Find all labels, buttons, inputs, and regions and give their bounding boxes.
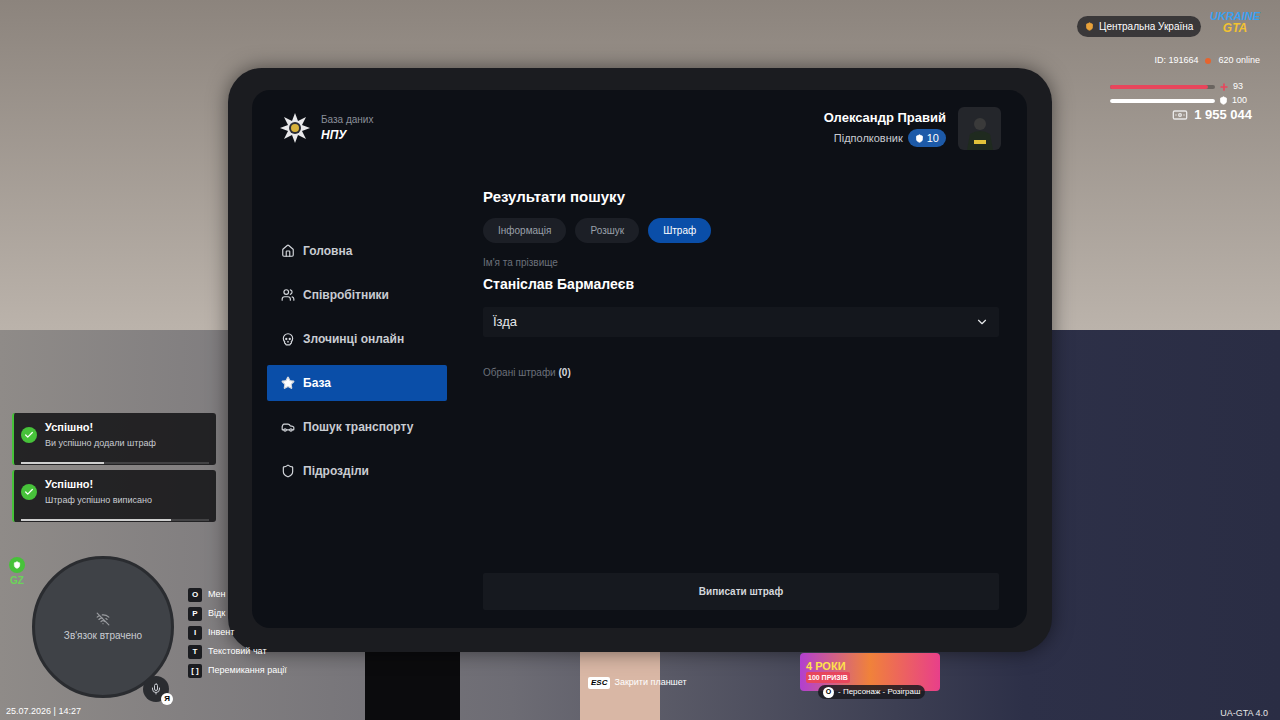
name-label: Ім'я та прізвище (483, 255, 999, 270)
health: 93 (1110, 80, 1243, 94)
avatar (958, 107, 1001, 150)
check-icon (21, 427, 37, 443)
armor: 100 (1110, 94, 1247, 108)
profile: Олександр Правий Підполковник 10 (824, 107, 1001, 150)
mic-icon (150, 683, 162, 695)
keybinds: OМен PВідк IІнвент TТекстовий чат [ ]Перемик… (188, 588, 287, 678)
keybind: [ ]Перемикання рації (188, 664, 287, 678)
menu-icon (281, 244, 295, 258)
notifications: Успішно!Ви успішно додали штрафУспішно!Ш… (12, 413, 216, 522)
sidebar-item[interactable]: Головна (267, 233, 447, 269)
armor-icon (1219, 96, 1228, 105)
shield-icon (915, 134, 924, 143)
category-select[interactable]: Їзда (483, 307, 999, 337)
sidebar-item[interactable]: Співробітники (267, 277, 447, 313)
menu-icon (281, 288, 295, 302)
keybind: OМен (188, 588, 287, 602)
voice: Я (143, 676, 169, 702)
character-leg (365, 645, 460, 720)
content: Результати пошуку Інформація Розшук Штраф Ім… (460, 166, 1027, 628)
sidebar-item[interactable]: Пошук транспорту (267, 409, 447, 445)
menu-icon (281, 332, 295, 346)
tablet-screen: База данихНПУ Олександр Правий Підполковни… (252, 90, 1027, 628)
title: Результати пошуку (483, 186, 999, 208)
tablet: База данихНПУ Олександр Правий Підполковни… (228, 68, 1052, 652)
game-logo: UKRAINEGTA (1210, 10, 1260, 34)
health-icon (1219, 82, 1229, 92)
check-icon (21, 484, 37, 500)
money-icon (1172, 107, 1188, 123)
selected-fines: Обрані штрафи (0) (483, 365, 999, 380)
online-dot (1205, 58, 1211, 64)
profile-rank: Підполковник (834, 130, 903, 147)
tab[interactable]: Інформація (483, 218, 566, 243)
chevron-down-icon (975, 315, 989, 329)
tab[interactable]: Штраф (648, 218, 711, 243)
keybind: IІнвент (188, 626, 287, 640)
tabs: Інформація Розшук Штраф (483, 218, 999, 243)
toast: Успішно!Ви успішно додали штраф (12, 413, 216, 465)
region-pill: Центральна Україна (1077, 16, 1201, 37)
officer-icon (965, 114, 995, 150)
toast: Успішно!Штраф успішно виписано (12, 470, 216, 522)
police-star-icon (279, 112, 311, 144)
server-info: ID: 191664620 online (1154, 54, 1260, 68)
header: База данихНПУ Олександр Правий Підполковни… (252, 90, 1027, 166)
menu-icon (281, 376, 295, 390)
sidebar-item[interactable]: База (267, 365, 447, 401)
region-icon (1085, 22, 1094, 31)
datetime: 25.07.2026 | 14:27 (6, 705, 81, 719)
sidebar-item[interactable]: Підрозділи (267, 453, 447, 489)
promo-hint: O- Персонаж - Розіграш (818, 685, 925, 699)
tab[interactable]: Розшук (575, 218, 639, 243)
game-screen: База данихНПУ Олександр Правий Підполковни… (0, 0, 1280, 720)
menu-icon (281, 464, 295, 478)
person-name: Станіслав Бармалеєв (483, 274, 999, 295)
close-hint: ESCЗакрити планшет (588, 676, 687, 690)
menu-icon (281, 420, 295, 434)
logo-caption: База даних (321, 113, 373, 127)
zone-badge: GZ (9, 557, 25, 588)
no-signal-icon (96, 612, 110, 626)
logo-name: НПУ (321, 127, 373, 143)
sidebar: Головна Співробітники Злочинці онлайн База П… (252, 166, 460, 628)
logo: База данихНПУ (279, 112, 373, 144)
zone-icon (13, 561, 21, 569)
submit-button[interactable]: Виписати штраф (483, 573, 999, 610)
money: 1 955 044 (1172, 105, 1252, 125)
version: UA-GTA 4.0 (1220, 707, 1268, 720)
level-badge: 10 (908, 129, 946, 148)
profile-name: Олександр Правий (824, 109, 946, 126)
sidebar-item[interactable]: Злочинці онлайн (267, 321, 447, 357)
keybind: PВідк (188, 607, 287, 621)
keybind: TТекстовий чат (188, 645, 287, 659)
